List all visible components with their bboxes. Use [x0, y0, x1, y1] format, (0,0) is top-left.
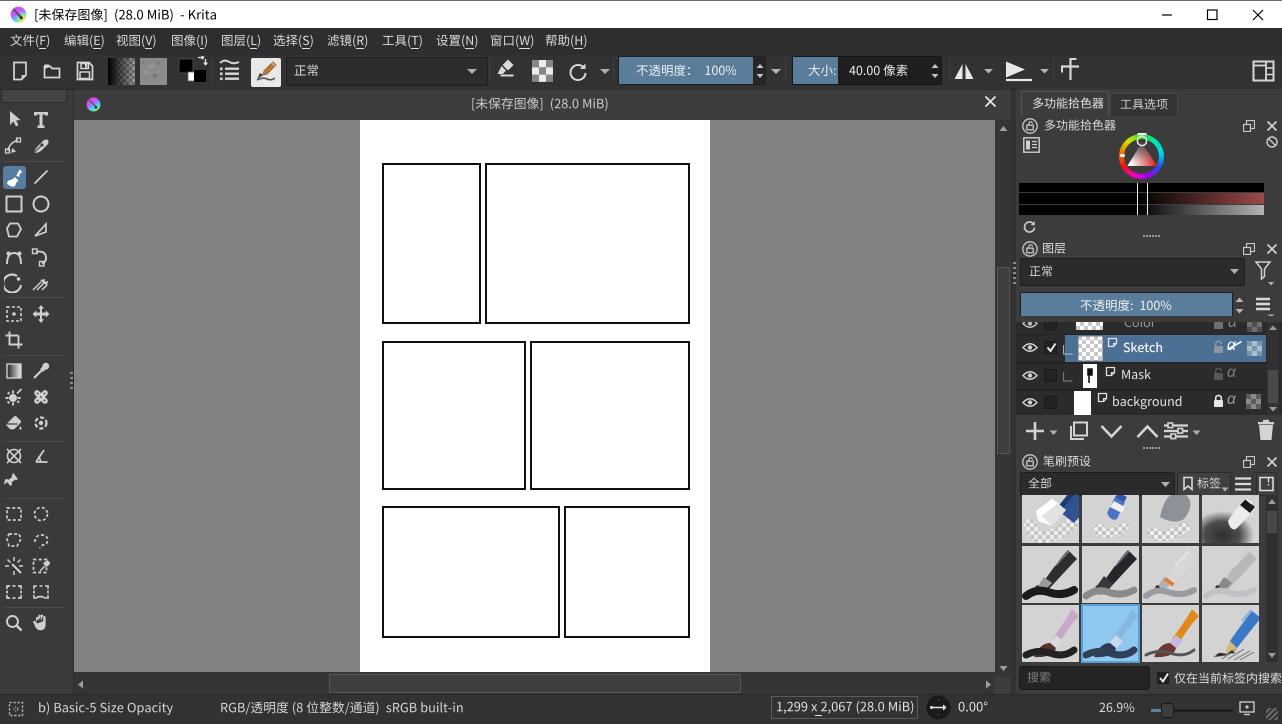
- svg-text:α: α: [1227, 391, 1237, 407]
- svg-text:α: α: [1227, 364, 1237, 380]
